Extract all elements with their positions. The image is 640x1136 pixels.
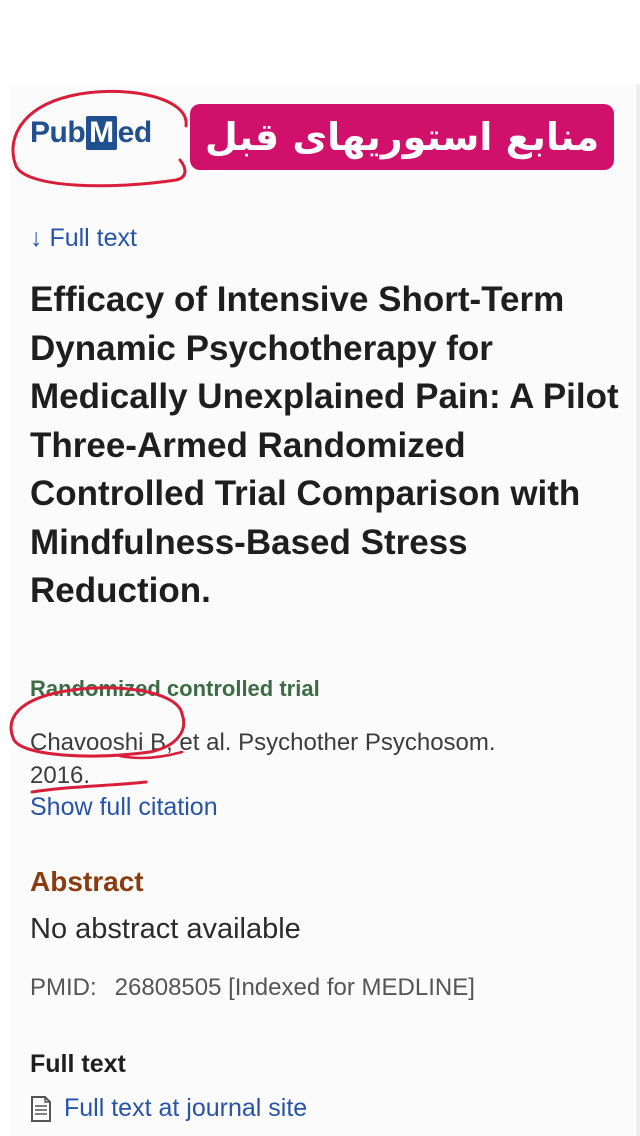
journal-site-link-label: Full text at journal site	[64, 1094, 308, 1122]
pmid-label: PMID:	[30, 974, 97, 1001]
frame-edge	[636, 84, 640, 1136]
abstract-heading: Abstract	[30, 866, 144, 897]
article-title: Efficacy of Intensive Short-Term Dynamic…	[30, 280, 619, 610]
logo-m: M	[86, 116, 117, 150]
citation-authors-journal: Chavooshi B, et al. Psychother Psychosom…	[30, 729, 496, 756]
journal-site-link[interactable]: Full text at journal site	[30, 1094, 307, 1123]
banner-text: منابع استوریهای قبل	[204, 115, 600, 159]
citation-year: 2016.	[30, 762, 91, 789]
logo-ed: ed	[117, 116, 153, 149]
abstract-text: No abstract available	[30, 913, 301, 945]
publication-type: Randomized controlled trial	[30, 676, 320, 701]
document-icon	[31, 1095, 51, 1122]
pmid-line: PMID: 26808505 [Indexed for MEDLINE]	[30, 974, 475, 1002]
pubmed-logo[interactable]: Pub Med	[30, 116, 152, 150]
top-margin	[0, 0, 640, 84]
citation: Chavooshi B, et al. Psychother Psychosom…	[30, 726, 610, 792]
stories-banner: منابع استوریهای قبل	[190, 104, 614, 170]
show-full-citation-link[interactable]: Show full citation	[30, 793, 218, 822]
full-text-link[interactable]: ↓ Full text	[30, 224, 137, 253]
full-text-link-label: Full text	[49, 224, 137, 252]
logo-pub: Pub	[30, 116, 86, 149]
download-arrow-icon: ↓	[30, 224, 43, 252]
full-text-heading: Full text	[30, 1050, 126, 1078]
pmid-value: 26808505 [Indexed for MEDLINE]	[114, 974, 475, 1001]
